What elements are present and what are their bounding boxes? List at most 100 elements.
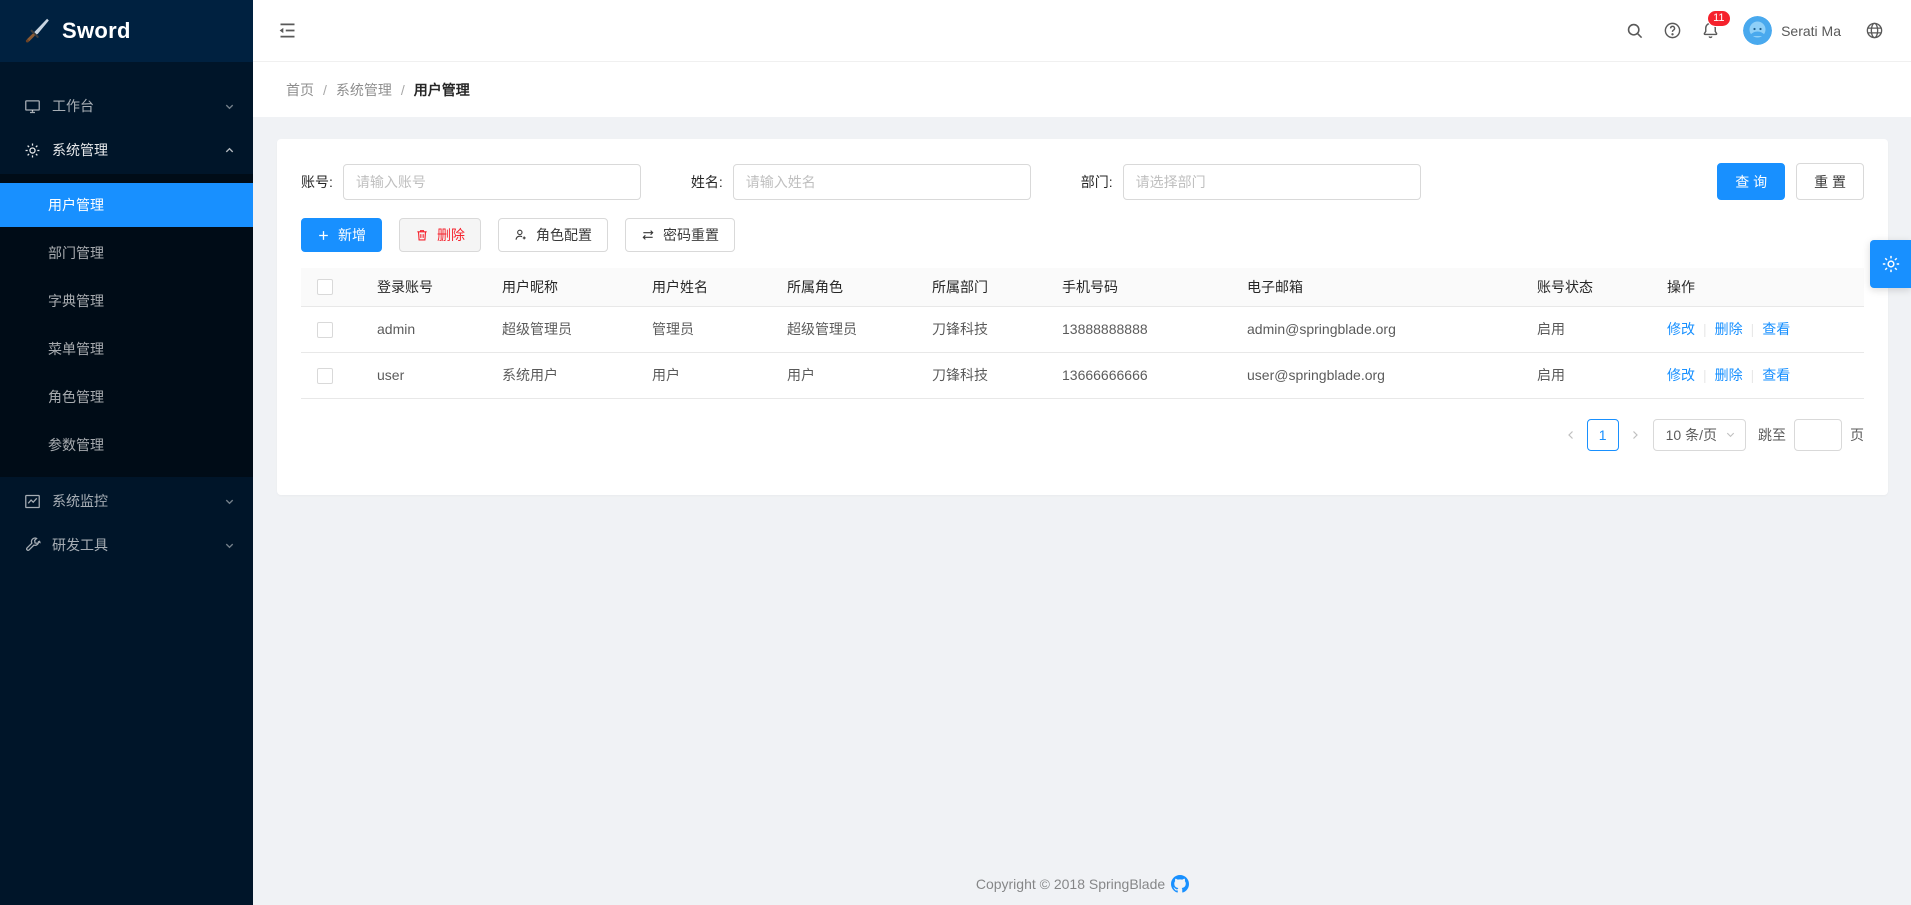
- breadcrumb: 首页 / 系统管理 / 用户管理: [253, 62, 1911, 117]
- gear-icon: [24, 142, 41, 159]
- dept-select[interactable]: [1123, 164, 1421, 200]
- cell-email: admin@springblade.org: [1231, 306, 1521, 352]
- search-button[interactable]: 查 询: [1717, 163, 1785, 200]
- cell-phone: 13666666666: [1046, 352, 1231, 398]
- page-content: 账号: 姓名: 部门: 查 询 重 置: [253, 117, 1911, 905]
- role-config-button[interactable]: 角色配置: [498, 218, 608, 252]
- column-email: 电子邮箱: [1231, 268, 1521, 306]
- row-checkbox[interactable]: [317, 322, 333, 338]
- breadcrumb-home[interactable]: 首页: [286, 80, 314, 100]
- sidebar-item-menu-management[interactable]: 菜单管理: [0, 327, 253, 371]
- row-checkbox[interactable]: [317, 368, 333, 384]
- dept-label: 部门:: [1081, 172, 1113, 192]
- sidebar-item-dept-management[interactable]: 部门管理: [0, 231, 253, 275]
- account-input[interactable]: [343, 164, 641, 200]
- delete-link[interactable]: 删除: [1715, 321, 1743, 337]
- breadcrumb-separator: /: [323, 82, 327, 98]
- chart-icon: [24, 493, 41, 510]
- name-input[interactable]: [733, 164, 1031, 200]
- sidebar-item-param-management[interactable]: 参数管理: [0, 423, 253, 467]
- chevron-down-icon: [1725, 429, 1736, 440]
- sidebar-item-system-monitor[interactable]: 系统监控: [0, 481, 253, 521]
- delete-link[interactable]: 删除: [1715, 367, 1743, 383]
- user-management-card: 账号: 姓名: 部门: 查 询 重 置: [277, 139, 1888, 495]
- page-size-select[interactable]: 10 条/页: [1653, 419, 1746, 451]
- cell-nickname: 超级管理员: [486, 306, 636, 352]
- language-globe-icon[interactable]: [1855, 12, 1893, 50]
- sidebar-item-role-management[interactable]: 角色管理: [0, 375, 253, 419]
- sidebar-item-workbench[interactable]: 工作台: [0, 86, 253, 126]
- user-plus-icon: [514, 228, 528, 242]
- sidebar-item-dict-management[interactable]: 字典管理: [0, 279, 253, 323]
- search-icon[interactable]: [1615, 12, 1653, 50]
- cell-phone: 13888888888: [1046, 306, 1231, 352]
- filter-row: 账号: 姓名: 部门: 查 询 重 置: [301, 163, 1864, 200]
- settings-drawer-button[interactable]: [1870, 240, 1911, 288]
- app-root: Sword 工作台: [0, 0, 1911, 905]
- sidebar-item-label: 系统监控: [52, 491, 108, 511]
- edit-link[interactable]: 修改: [1667, 321, 1695, 337]
- column-name: 用户姓名: [636, 268, 771, 306]
- sidebar-item-system-management[interactable]: 系统管理: [0, 130, 253, 170]
- trash-icon: [415, 228, 429, 242]
- wrench-icon: [24, 537, 41, 554]
- chevron-up-icon: [224, 145, 235, 156]
- column-status: 账号状态: [1521, 268, 1651, 306]
- github-icon[interactable]: [1171, 875, 1189, 893]
- header-actions: 11 Serati Ma: [1615, 12, 1893, 50]
- sidebar-item-user-management[interactable]: 用户管理: [0, 183, 253, 227]
- swap-icon: [641, 228, 655, 242]
- cell-name: 管理员: [636, 306, 771, 352]
- cell-name: 用户: [636, 352, 771, 398]
- column-login: 登录账号: [361, 268, 486, 306]
- prev-page-icon[interactable]: [1559, 419, 1583, 451]
- sidebar-item-label: 系统管理: [52, 140, 108, 160]
- cell-login: user: [361, 352, 486, 398]
- table-toolbar: 新增 删除: [301, 218, 1864, 252]
- view-link[interactable]: 查看: [1762, 321, 1790, 337]
- app-logo[interactable]: Sword: [0, 0, 253, 62]
- breadcrumb-system[interactable]: 系统管理: [336, 80, 392, 100]
- avatar: [1743, 16, 1772, 45]
- name-label: 姓名:: [691, 172, 723, 192]
- jump-to-input[interactable]: [1794, 419, 1842, 451]
- chevron-down-icon: [224, 540, 235, 551]
- account-filter: 账号:: [301, 164, 641, 200]
- sidebar: Sword 工作台: [0, 0, 253, 905]
- cell-role: 用户: [771, 352, 916, 398]
- select-all-checkbox[interactable]: [317, 279, 333, 295]
- help-icon[interactable]: [1653, 12, 1691, 50]
- page-unit-label: 页: [1850, 425, 1864, 445]
- edit-link[interactable]: 修改: [1667, 367, 1695, 383]
- pagination: 1 10 条/页 跳至 页: [301, 419, 1864, 451]
- cell-nickname: 系统用户: [486, 352, 636, 398]
- system-management-submenu: 用户管理 部门管理 字典管理 菜单管理 角色管理 参数管理: [0, 174, 253, 477]
- dept-filter: 部门:: [1081, 164, 1421, 200]
- breadcrumb-separator: /: [401, 82, 405, 98]
- notifications-bell-icon[interactable]: 11: [1691, 12, 1729, 50]
- next-page-icon[interactable]: [1623, 419, 1647, 451]
- plus-icon: [317, 229, 330, 242]
- user-menu[interactable]: Serati Ma: [1743, 16, 1841, 45]
- cell-email: user@springblade.org: [1231, 352, 1521, 398]
- sidebar-collapse-button[interactable]: [277, 19, 301, 43]
- sidebar-item-dev-tools[interactable]: 研发工具: [0, 525, 253, 565]
- view-link[interactable]: 查看: [1762, 367, 1790, 383]
- table-header-row: 登录账号 用户昵称 用户姓名 所属角色 所属部门 手机号码 电子邮箱 账号状态 …: [301, 268, 1864, 306]
- add-button[interactable]: 新增: [301, 218, 382, 252]
- page-number-1[interactable]: 1: [1587, 419, 1619, 451]
- cell-login: admin: [361, 306, 486, 352]
- delete-button[interactable]: 删除: [399, 218, 481, 252]
- reset-button[interactable]: 重 置: [1796, 163, 1864, 200]
- column-actions: 操作: [1651, 268, 1864, 306]
- password-reset-button[interactable]: 密码重置: [625, 218, 735, 252]
- gear-icon: [1881, 254, 1901, 274]
- user-name: Serati Ma: [1781, 23, 1841, 39]
- column-role: 所属角色: [771, 268, 916, 306]
- sword-icon: [22, 17, 50, 45]
- column-dept: 所属部门: [916, 268, 1046, 306]
- cell-actions: 修改|删除|查看: [1651, 306, 1864, 352]
- cell-dept: 刀锋科技: [916, 306, 1046, 352]
- table-row: user 系统用户 用户 用户 刀锋科技 13666666666 user@sp…: [301, 352, 1864, 398]
- sidebar-item-label: 工作台: [52, 96, 94, 116]
